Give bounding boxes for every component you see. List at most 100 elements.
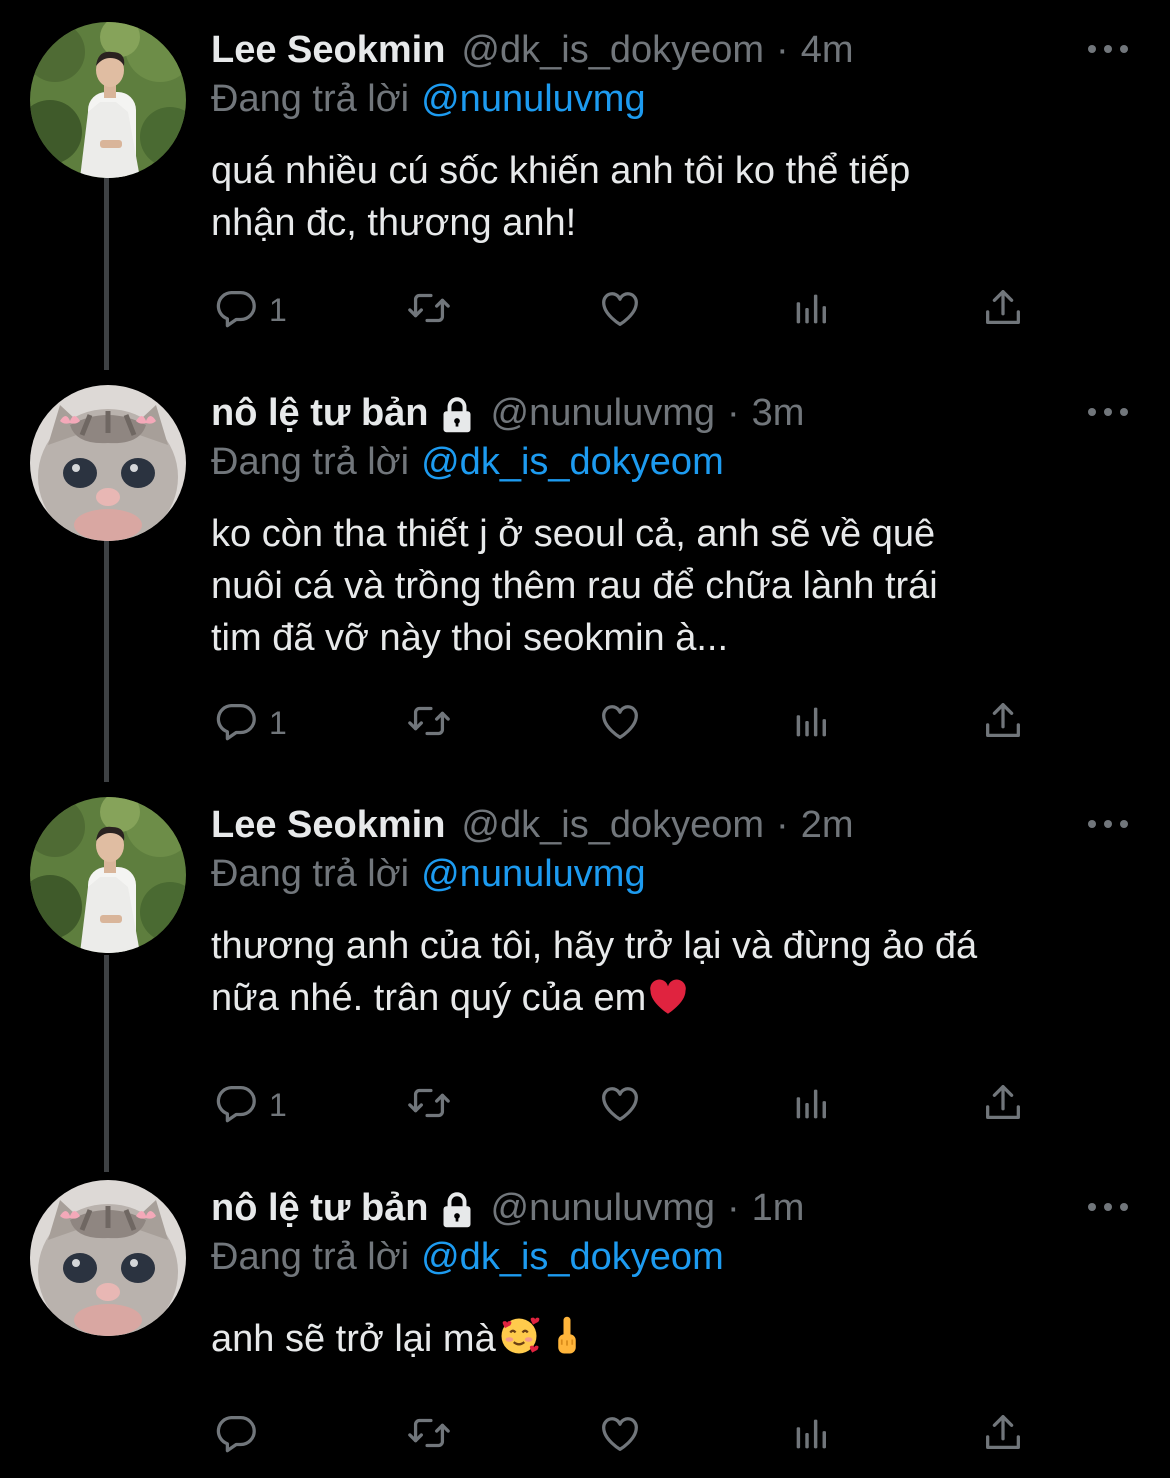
views-icon[interactable] bbox=[789, 1080, 835, 1131]
avatar[interactable] bbox=[30, 22, 186, 178]
reply-icon[interactable] bbox=[213, 698, 259, 749]
reply-button[interactable]: 1 bbox=[213, 698, 287, 748]
reply-count: 1 bbox=[269, 1086, 287, 1123]
replying-to: Đang trả lời @dk_is_dokyeom bbox=[211, 441, 724, 484]
tweet-text-content: quá nhiều cú sốc khiến anh tôi ko thể ti… bbox=[211, 150, 911, 244]
retweet-icon[interactable] bbox=[406, 1080, 452, 1131]
reply-icon[interactable] bbox=[213, 285, 259, 336]
replying-to: Đang trả lời @nunuluvmg bbox=[211, 78, 646, 121]
lock-icon bbox=[439, 395, 475, 435]
display-name[interactable]: Lee Seokmin bbox=[211, 29, 445, 72]
views-button[interactable] bbox=[789, 1080, 835, 1130]
avatar[interactable] bbox=[30, 797, 186, 953]
tweet[interactable]: Lee Seokmin @dk_is_dokyeom · 4m Đang trả lời… bbox=[0, 22, 1170, 120]
retweet-button[interactable] bbox=[406, 1410, 452, 1460]
more-options-icon[interactable] bbox=[1088, 42, 1128, 56]
username[interactable]: @nunuluvmg bbox=[491, 392, 715, 435]
separator-dot: · bbox=[727, 1186, 740, 1229]
reply-icon[interactable] bbox=[213, 1080, 259, 1131]
views-icon[interactable] bbox=[789, 698, 835, 749]
timestamp[interactable]: 2m bbox=[801, 804, 854, 847]
more-options-icon[interactable] bbox=[1088, 1200, 1128, 1214]
share-button[interactable] bbox=[980, 285, 1026, 335]
like-button[interactable] bbox=[597, 1080, 643, 1130]
timestamp[interactable]: 4m bbox=[801, 29, 854, 72]
like-icon[interactable] bbox=[597, 698, 643, 749]
replying-label: Đang trả lời bbox=[211, 853, 410, 895]
display-name[interactable]: nô lệ tư bản bbox=[211, 392, 429, 435]
username[interactable]: @dk_is_dokyeom bbox=[461, 29, 764, 72]
thread-connector-line bbox=[104, 178, 109, 370]
avatar[interactable] bbox=[30, 385, 186, 541]
like-icon[interactable] bbox=[597, 1410, 643, 1461]
display-name[interactable]: nô lệ tư bản bbox=[211, 1187, 429, 1230]
thread-connector-line bbox=[104, 955, 109, 1172]
views-button[interactable] bbox=[789, 1410, 835, 1460]
reply-button[interactable]: 1 bbox=[213, 285, 287, 335]
like-button[interactable] bbox=[597, 1410, 643, 1460]
retweet-icon[interactable] bbox=[406, 698, 452, 749]
replying-label: Đang trả lời bbox=[211, 441, 410, 483]
like-icon[interactable] bbox=[597, 1080, 643, 1131]
tweet[interactable]: nô lệ tư bản @nunuluvmg · 3m Đang trả lời @dk… bbox=[0, 385, 1170, 483]
retweet-icon[interactable] bbox=[406, 1410, 452, 1461]
reply-count: 1 bbox=[269, 704, 287, 741]
timestamp[interactable]: 3m bbox=[752, 392, 805, 435]
share-icon[interactable] bbox=[980, 1410, 1026, 1461]
share-icon[interactable] bbox=[980, 1080, 1026, 1131]
tweet-header: Lee Seokmin @dk_is_dokyeom · 2m bbox=[211, 797, 853, 853]
more-options-icon[interactable] bbox=[1088, 405, 1128, 419]
like-icon[interactable] bbox=[597, 285, 643, 336]
replying-to: Đang trả lời @dk_is_dokyeom bbox=[211, 1236, 724, 1279]
tweet-text-content: thương anh của tôi, hãy trở lại và đừng … bbox=[211, 925, 978, 1019]
avatar[interactable] bbox=[30, 1180, 186, 1336]
retweet-button[interactable] bbox=[406, 285, 452, 335]
views-button[interactable] bbox=[789, 698, 835, 748]
separator-dot: · bbox=[727, 391, 740, 434]
share-button[interactable] bbox=[980, 1080, 1026, 1130]
thread-connector-line bbox=[104, 540, 109, 782]
tweet[interactable]: nô lệ tư bản @nunuluvmg · 1m Đang trả lời @dk… bbox=[0, 1180, 1170, 1278]
reply-button[interactable]: 1 bbox=[213, 1080, 287, 1130]
retweet-icon[interactable] bbox=[406, 285, 452, 336]
mention-link[interactable]: @nunuluvmg bbox=[421, 853, 645, 895]
tweet-text: ko còn tha thiết j ở seoul cả, anh sẽ về… bbox=[211, 508, 1111, 664]
replying-label: Đang trả lời bbox=[211, 78, 410, 120]
like-button[interactable] bbox=[597, 285, 643, 335]
share-icon[interactable] bbox=[980, 285, 1026, 336]
replying-label: Đang trả lời bbox=[211, 1236, 410, 1278]
separator-dot: · bbox=[776, 803, 789, 846]
replying-to: Đang trả lời @nunuluvmg bbox=[211, 853, 646, 896]
like-button[interactable] bbox=[597, 698, 643, 748]
username[interactable]: @dk_is_dokyeom bbox=[461, 804, 764, 847]
views-icon[interactable] bbox=[789, 1410, 835, 1461]
mention-link[interactable]: @dk_is_dokyeom bbox=[421, 441, 724, 483]
tweet-actions: 1 bbox=[213, 698, 1033, 748]
tweet-header: nô lệ tư bản @nunuluvmg · 3m bbox=[211, 385, 804, 441]
mention-link[interactable]: @dk_is_dokyeom bbox=[421, 1236, 724, 1278]
tweet-text: thương anh của tôi, hãy trở lại và đừng … bbox=[211, 920, 1111, 1030]
views-icon[interactable] bbox=[789, 285, 835, 336]
display-name[interactable]: Lee Seokmin bbox=[211, 804, 445, 847]
tweet-text-content: ko còn tha thiết j ở seoul cả, anh sẽ về… bbox=[211, 513, 938, 659]
share-button[interactable] bbox=[980, 698, 1026, 748]
more-options-icon[interactable] bbox=[1088, 817, 1128, 831]
reply-icon[interactable] bbox=[213, 1410, 259, 1461]
retweet-button[interactable] bbox=[406, 698, 452, 748]
reply-button[interactable] bbox=[213, 1410, 269, 1460]
views-button[interactable] bbox=[789, 285, 835, 335]
tweet-actions: 1 bbox=[213, 1080, 1033, 1130]
retweet-button[interactable] bbox=[406, 1080, 452, 1130]
share-icon[interactable] bbox=[980, 698, 1026, 749]
smiling-face-with-hearts-emoji bbox=[498, 1315, 540, 1371]
heart-emoji bbox=[648, 978, 688, 1030]
mention-link[interactable]: @nunuluvmg bbox=[421, 78, 645, 120]
tweet-header: nô lệ tư bản @nunuluvmg · 1m bbox=[211, 1180, 804, 1236]
share-button[interactable] bbox=[980, 1410, 1026, 1460]
tweet-text-content: anh sẽ trở lại mà bbox=[211, 1318, 496, 1360]
username[interactable]: @nunuluvmg bbox=[491, 1187, 715, 1230]
tweet-header: Lee Seokmin @dk_is_dokyeom · 4m bbox=[211, 22, 853, 78]
tweet[interactable]: Lee Seokmin @dk_is_dokyeom · 2m Đang trả lời… bbox=[0, 797, 1170, 895]
tweet-actions: 1 bbox=[213, 285, 1033, 335]
timestamp[interactable]: 1m bbox=[752, 1187, 805, 1230]
